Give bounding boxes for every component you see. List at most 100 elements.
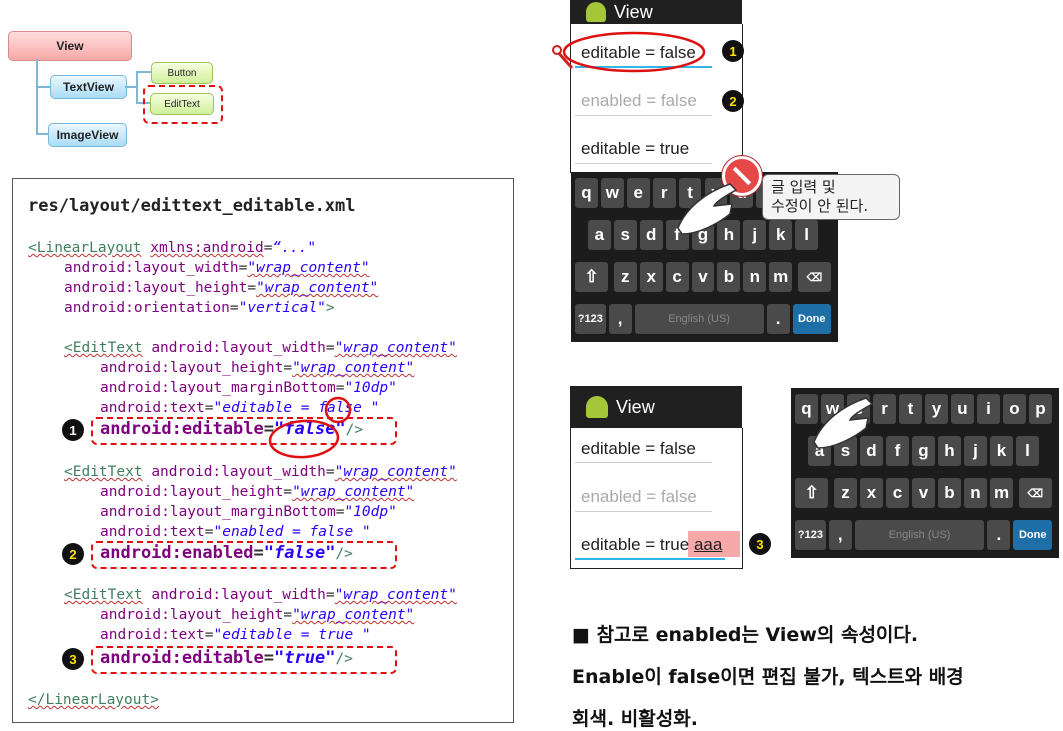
code-token: = xyxy=(325,464,335,480)
key-l[interactable]: l xyxy=(1016,436,1039,466)
key-x[interactable]: x xyxy=(860,478,883,508)
app-title: View xyxy=(616,396,655,417)
marker-1: 1 xyxy=(722,40,744,62)
note-line: Enable이 false이면 편집 불가, 텍스트와 배경 xyxy=(572,666,964,688)
code-token: <LinearLayout xyxy=(28,240,142,256)
code-token: android:text xyxy=(100,400,205,416)
key-n[interactable]: n xyxy=(743,262,767,292)
key-x[interactable]: x xyxy=(639,262,663,292)
code-token: <EditText xyxy=(64,464,143,480)
key-k[interactable]: k xyxy=(769,220,793,250)
key-z[interactable]: z xyxy=(613,262,637,292)
code-token: "wrap_content" xyxy=(334,464,457,480)
key-c[interactable]: c xyxy=(886,478,909,508)
key-c[interactable]: c xyxy=(665,262,689,292)
field-underline xyxy=(575,558,725,560)
symbols-key[interactable]: ?123 xyxy=(795,520,826,550)
edittext-highlight xyxy=(143,85,223,124)
key-q[interactable]: q xyxy=(575,178,598,208)
code-token: "wrap_content" xyxy=(334,587,457,603)
backspace-key[interactable]: ⌫ xyxy=(1018,478,1052,508)
marker-3: 3 xyxy=(749,533,771,555)
code-token: = xyxy=(247,280,257,296)
code-token: android:layout_height xyxy=(64,280,248,296)
key-l[interactable]: l xyxy=(795,220,819,250)
edittext-editable-true[interactable]: editable = true xyxy=(581,139,689,159)
key-v[interactable]: v xyxy=(912,478,935,508)
key-p[interactable]: p xyxy=(1029,394,1052,424)
key-f[interactable]: f xyxy=(886,436,909,466)
key-a[interactable]: a xyxy=(587,220,611,250)
key-u[interactable]: u xyxy=(951,394,974,424)
edittext-editable-false[interactable]: editable = false xyxy=(581,439,696,459)
field-underline xyxy=(575,115,712,116)
code-token: = xyxy=(229,300,239,316)
key-i[interactable]: i xyxy=(977,394,1000,424)
callout-bubble: 글 입력 및 수정이 안 된다. xyxy=(762,174,900,220)
code-token: android:layout_marginBottom xyxy=(100,380,336,396)
period-key[interactable]: . xyxy=(766,304,790,334)
key-j[interactable]: j xyxy=(964,436,987,466)
edittext-editable-true[interactable]: editable = true aaa xyxy=(581,535,722,555)
key-n[interactable]: n xyxy=(964,478,987,508)
marker-1: 1 xyxy=(62,419,84,441)
key-t[interactable]: t xyxy=(899,394,922,424)
code-token: android:layout_height xyxy=(100,360,284,376)
period-key[interactable]: . xyxy=(987,520,1011,550)
key-m[interactable]: m xyxy=(990,478,1013,508)
code-token: "10dp" xyxy=(344,380,397,396)
button-node-label: Button xyxy=(167,67,197,79)
code-token: "wrap_content" xyxy=(247,260,370,276)
code-token: = xyxy=(204,524,214,540)
code-line: android:layout_height="wrap_content" xyxy=(100,482,414,502)
backspace-key[interactable]: ⌫ xyxy=(797,262,831,292)
key-w[interactable]: w xyxy=(600,178,624,208)
note-line: 회색. 비활성화. xyxy=(572,708,698,730)
key-b[interactable]: b xyxy=(938,478,961,508)
key-d[interactable]: d xyxy=(639,220,663,250)
field-text: editable = true xyxy=(581,535,690,554)
code-token: xmlns:android xyxy=(150,240,264,256)
code-token: "enabled = false " xyxy=(213,524,371,540)
handwritten-annotation xyxy=(552,31,706,73)
code-line: <LinearLayout xmlns:android=“..." xyxy=(28,238,316,258)
code-token: = xyxy=(325,587,335,603)
code-line: android:layout_height="wrap_content" xyxy=(100,358,414,378)
done-key[interactable]: Done xyxy=(792,304,831,334)
key-v[interactable]: v xyxy=(691,262,715,292)
callout-line: 수정이 안 된다. xyxy=(771,197,869,215)
code-token: "wrap_content" xyxy=(334,340,457,356)
comma-key[interactable]: , xyxy=(608,304,632,334)
key-o[interactable]: o xyxy=(1003,394,1026,424)
space-key[interactable]: English (US) xyxy=(854,520,985,550)
key-b[interactable]: b xyxy=(717,262,741,292)
android-icon xyxy=(586,2,606,22)
key-k[interactable]: k xyxy=(990,436,1013,466)
symbols-key[interactable]: ?123 xyxy=(575,304,606,334)
imageview-node: ImageView xyxy=(48,123,127,147)
code-token: </LinearLayout> xyxy=(28,692,159,708)
shift-key[interactable]: ⇧ xyxy=(575,262,609,292)
key-y[interactable]: y xyxy=(925,394,948,424)
key-s[interactable]: s xyxy=(613,220,637,250)
shift-key[interactable]: ⇧ xyxy=(795,478,829,508)
code-token: "wrap_content" xyxy=(256,280,379,296)
code-token: = xyxy=(204,627,214,643)
code-line: <EditText android:layout_width="wrap_con… xyxy=(64,338,457,358)
comma-key[interactable]: , xyxy=(828,520,852,550)
code-file-path: res/layout/edittext_editable.xml xyxy=(28,196,356,216)
field-underline xyxy=(575,462,712,463)
highlight-box xyxy=(91,646,397,674)
key-z[interactable]: z xyxy=(834,478,857,508)
code-line: <EditText android:layout_width="wrap_con… xyxy=(64,462,457,482)
space-key[interactable]: English (US) xyxy=(634,304,764,334)
edittext-enabled-false: enabled = false xyxy=(581,487,697,506)
key-m[interactable]: m xyxy=(769,262,793,292)
key-e[interactable]: e xyxy=(626,178,650,208)
code-token: android:layout_width xyxy=(151,340,326,356)
field-underline xyxy=(575,511,712,512)
key-g[interactable]: g xyxy=(912,436,935,466)
key-h[interactable]: h xyxy=(938,436,961,466)
done-key[interactable]: Done xyxy=(1013,520,1052,550)
code-token: = xyxy=(283,484,293,500)
